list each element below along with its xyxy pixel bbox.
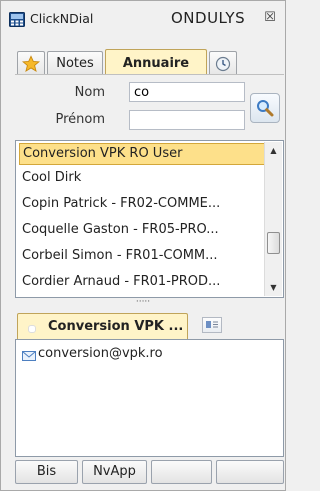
mail-icon (22, 351, 36, 361)
tab-annuaire-label: Annuaire (122, 56, 190, 71)
search-button[interactable] (250, 93, 280, 123)
list-item-label: Cordier Arnaud - FR01-PROD... (22, 274, 221, 289)
bis-button[interactable]: Bis (15, 460, 78, 484)
vcard-button[interactable] (202, 317, 222, 333)
tab-favorites[interactable] (17, 51, 45, 75)
splitter-handle[interactable]: ····· (132, 298, 154, 307)
scroll-up-icon[interactable]: ▲ (265, 142, 282, 159)
prenom-label: Prénom (55, 112, 105, 127)
history-icon (215, 56, 231, 72)
list-item-label: Cool Dirk (22, 170, 82, 185)
brand-label: ONDULYS (171, 9, 246, 27)
results-list[interactable]: Conversion VPK RO User Cool Dirk Copin P… (15, 140, 284, 298)
contact-tab-dot-icon (28, 325, 36, 333)
list-item[interactable]: Cordier Arnaud - FR01-PROD... (19, 271, 266, 293)
app-title: ClickNDial (30, 11, 94, 26)
list-item[interactable]: Copin Patrick - FR02-COMME... (19, 193, 266, 215)
nvapp-button[interactable]: NvApp (82, 460, 147, 484)
contact-details: conversion@vpk.ro (15, 339, 284, 457)
tab-notes[interactable]: Notes (47, 51, 103, 75)
search-icon (257, 100, 274, 117)
nom-label: Nom (74, 85, 105, 100)
list-item-label: Conversion VPK RO User (23, 146, 183, 161)
app-icon (9, 12, 25, 27)
list-item-label: Corbeil Simon - FR01-COMM... (22, 248, 218, 263)
contact-tab-label: Conversion VPK ... (48, 319, 184, 334)
list-item-label: Copin Patrick - FR02-COMME... (22, 196, 221, 211)
prenom-input[interactable] (129, 110, 245, 130)
tab-notes-label: Notes (56, 56, 94, 71)
contact-tab[interactable]: Conversion VPK ... (17, 313, 188, 339)
email-link[interactable]: conversion@vpk.ro (38, 346, 163, 361)
close-icon[interactable]: ☒ (262, 10, 278, 26)
title-bar: ClickNDial ONDULYS ☒ (1, 1, 285, 39)
results-scrollbar[interactable]: ▲ ▼ (264, 142, 282, 296)
list-item[interactable]: Conversion VPK RO User (19, 143, 266, 165)
vcard-icon (206, 321, 218, 328)
tab-annuaire[interactable]: Annuaire (105, 49, 207, 75)
list-item[interactable]: Cool Dirk (19, 167, 266, 189)
blank-button-2[interactable] (216, 460, 284, 484)
scroll-thumb[interactable] (267, 232, 280, 254)
blank-button-1[interactable] (151, 460, 212, 484)
tab-history[interactable] (209, 51, 237, 75)
list-item[interactable]: Corbeil Simon - FR01-COMM... (19, 245, 266, 267)
star-icon (21, 55, 41, 72)
list-item[interactable]: Coquelle Gaston - FR05-PRO... (19, 219, 266, 241)
scroll-down-icon[interactable]: ▼ (265, 279, 282, 296)
list-item-label: Coquelle Gaston - FR05-PRO... (22, 222, 219, 237)
nom-input[interactable] (129, 82, 245, 102)
